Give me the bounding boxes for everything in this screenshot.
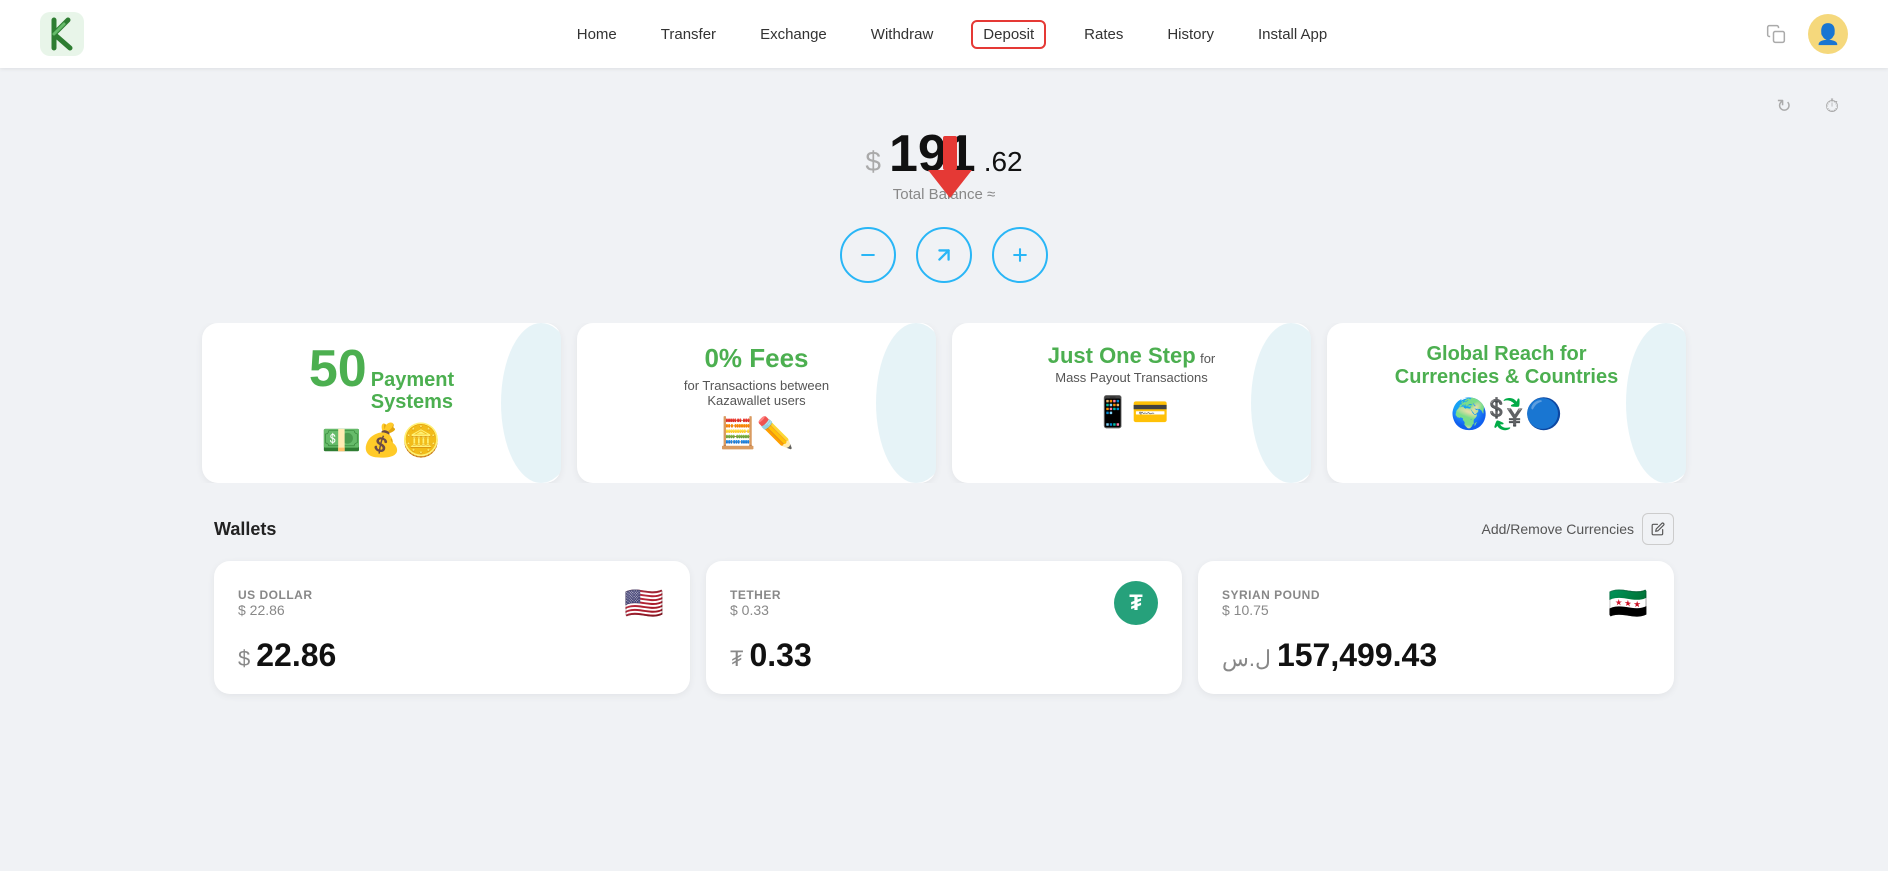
banner-1-text: PaymentSystems <box>371 369 454 413</box>
nav-history[interactable]: History <box>1161 22 1220 47</box>
withdraw-button[interactable] <box>840 227 896 283</box>
wallet-usd-value: $ 22.86 <box>238 602 313 618</box>
banner-1-title: 50 PaymentSystems <box>309 343 454 413</box>
wallet-tether-sign: ₮ <box>730 646 743 672</box>
nav-withdraw[interactable]: Withdraw <box>865 22 940 47</box>
wallet-syp-header: SYRIAN POUND $ 10.75 🇸🇾 <box>1222 581 1650 625</box>
nav-home[interactable]: Home <box>571 22 623 47</box>
balance-dollar-sign: $ <box>865 146 881 178</box>
wallet-usd-sign: $ <box>238 646 250 672</box>
banner-1-number: 50 <box>309 343 367 395</box>
wallet-syp-flag: 🇸🇾 <box>1606 581 1650 625</box>
banner-1-img: 💵💰🪙 <box>322 421 442 459</box>
wallet-usd-balance: 22.86 <box>256 637 336 674</box>
nav-exchange[interactable]: Exchange <box>754 22 833 47</box>
banner-fees: 0% Fees for Transactions betweenKazawall… <box>577 323 936 483</box>
banner-3-title: Just One Step forMass Payout Transaction… <box>1048 343 1216 387</box>
wallets-header: Wallets Add/Remove Currencies <box>214 513 1674 545</box>
wallet-tether-balance: 0.33 <box>749 637 811 674</box>
arrow-head <box>928 170 972 198</box>
wallet-tether-header: TETHER $ 0.33 ₮ <box>730 581 1158 625</box>
wallet-usd-flag: 🇺🇸 <box>622 581 666 625</box>
main-nav: Home Transfer Exchange Withdraw Deposit … <box>144 20 1760 49</box>
edit-icon[interactable] <box>1642 513 1674 545</box>
banner-payment-systems: 50 PaymentSystems 💵💰🪙 <box>202 323 561 483</box>
wallets-title: Wallets <box>214 519 276 540</box>
avatar[interactable]: 👤 <box>1808 14 1848 54</box>
history-clock-icon[interactable]: ⏱ <box>1816 90 1848 122</box>
wallet-syp-left: SYRIAN POUND $ 10.75 <box>1222 588 1320 618</box>
deposit-arrow <box>928 136 972 198</box>
wallets-section: Wallets Add/Remove Currencies US DOLLAR … <box>194 513 1694 694</box>
send-button[interactable] <box>916 227 972 283</box>
banner-2-title: 0% Fees <box>704 343 808 374</box>
banner-3-img: 📱💳 <box>1094 395 1169 430</box>
banner-2-img: 🧮✏️ <box>719 416 794 451</box>
utility-icons: ↻ ⏱ <box>1768 90 1848 122</box>
banner-global-reach: Global Reach forCurrencies & Countries 🌍… <box>1327 323 1686 483</box>
deposit-button[interactable] <box>992 227 1048 283</box>
header: Home Transfer Exchange Withdraw Deposit … <box>0 0 1888 68</box>
wallet-syp-balance-row: ل.س 157,499.43 <box>1222 637 1650 674</box>
wallet-syp-name: SYRIAN POUND <box>1222 588 1320 602</box>
action-buttons <box>840 227 1048 283</box>
wallet-card-syp: SYRIAN POUND $ 10.75 🇸🇾 ل.س 157,499.43 <box>1198 561 1674 694</box>
copy-icon[interactable] <box>1760 18 1792 50</box>
banner-4-img: 🌍💱🔵 <box>1450 397 1562 432</box>
wallet-tether-value: $ 0.33 <box>730 602 781 618</box>
banner-section: 50 PaymentSystems 💵💰🪙 0% Fees for Transa… <box>0 323 1888 483</box>
nav-deposit[interactable]: Deposit <box>971 20 1046 49</box>
nav-rates[interactable]: Rates <box>1078 22 1129 47</box>
balance-cents: .62 <box>984 146 1023 178</box>
wallet-syp-sign: ل.س <box>1222 646 1271 672</box>
wallet-card-usd: US DOLLAR $ 22.86 🇺🇸 $ 22.86 <box>214 561 690 694</box>
nav-transfer[interactable]: Transfer <box>655 22 722 47</box>
wallet-tether-icon: ₮ <box>1114 581 1158 625</box>
refresh-icon[interactable]: ↻ <box>1768 90 1800 122</box>
wallet-usd-name: US DOLLAR <box>238 588 313 602</box>
wallet-usd-balance-row: $ 22.86 <box>238 637 666 674</box>
banner-container: 50 PaymentSystems 💵💰🪙 0% Fees for Transa… <box>194 323 1694 483</box>
banner-4-title: Global Reach forCurrencies & Countries <box>1395 343 1618 389</box>
wallet-tether-name: TETHER <box>730 588 781 602</box>
wallet-cards: US DOLLAR $ 22.86 🇺🇸 $ 22.86 TETHER $ 0.… <box>214 561 1674 694</box>
wallet-syp-balance: 157,499.43 <box>1277 637 1437 674</box>
banner-one-step: Just One Step forMass Payout Transaction… <box>952 323 1311 483</box>
arrow-shaft <box>943 136 957 170</box>
logo[interactable] <box>40 12 84 56</box>
banner-2-subtitle: for Transactions betweenKazawallet users <box>684 378 829 408</box>
wallet-syp-value: $ 10.75 <box>1222 602 1320 618</box>
nav-install-app[interactable]: Install App <box>1252 22 1333 47</box>
wallet-tether-left: TETHER $ 0.33 <box>730 588 781 618</box>
add-remove-currencies-btn[interactable]: Add/Remove Currencies <box>1481 513 1674 545</box>
wallet-usd-header: US DOLLAR $ 22.86 🇺🇸 <box>238 581 666 625</box>
wallet-usd-left: US DOLLAR $ 22.86 <box>238 588 313 618</box>
wallet-tether-balance-row: ₮ 0.33 <box>730 637 1158 674</box>
header-right: 👤 <box>1760 14 1848 54</box>
wallet-card-tether: TETHER $ 0.33 ₮ ₮ 0.33 <box>706 561 1182 694</box>
add-remove-label: Add/Remove Currencies <box>1481 521 1634 537</box>
